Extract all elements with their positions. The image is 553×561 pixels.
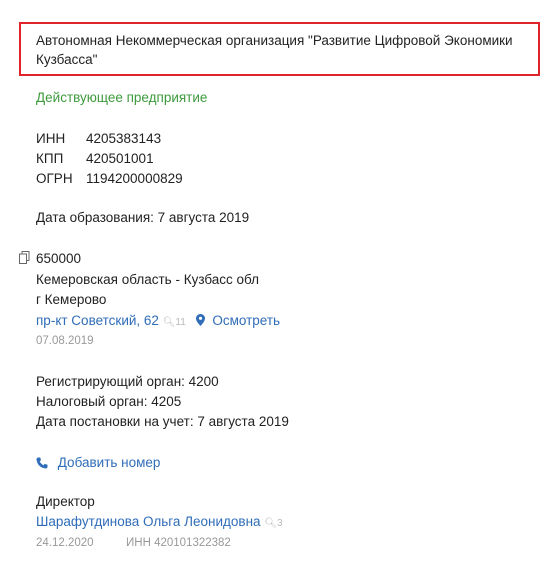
address-city: г Кемерово <box>36 292 107 307</box>
ogrn-value: 1194200000829 <box>86 171 183 186</box>
add-phone-label: Добавить номер <box>57 455 161 470</box>
director-inn: ИНН 420101322382 <box>126 537 231 549</box>
kpp-row: КПП 420501001 <box>36 151 154 166</box>
inn-row: ИНН 4205383143 <box>36 131 161 146</box>
ogrn-row: ОГРН 1194200000829 <box>36 171 183 186</box>
address-street-row: пр-кт Советский, 62 🔍︎11 Осмотреть <box>36 313 280 328</box>
director-row: Шарафутдинова Ольга Леонидовна 🔍︎3 <box>36 514 283 529</box>
ogrn-label: ОГРН <box>36 171 73 186</box>
copy-icon[interactable] <box>19 251 30 264</box>
kpp-label: КПП <box>36 151 64 166</box>
inn-value: 4205383143 <box>86 131 162 146</box>
registrar: Регистрирующий орган: 4200 <box>36 374 219 389</box>
show-map-link[interactable]: Осмотреть <box>212 313 280 328</box>
director-name-link[interactable]: Шарафутдинова Ольга Леонидовна <box>36 514 261 529</box>
address-region: Кемеровская область - Кузбасс обл <box>36 272 260 287</box>
registration-date: Дата постановки на учет: 7 августа 2019 <box>36 414 289 429</box>
add-phone-button[interactable]: Добавить номер <box>36 455 160 470</box>
address-street-link[interactable]: пр-кт Советский, 62 <box>36 313 159 328</box>
search-icon: 🔍︎ <box>162 317 176 328</box>
inn-label: ИНН <box>36 131 66 146</box>
map-pin-icon <box>195 314 205 326</box>
company-full-name: Автономная Некоммерческая организация "Р… <box>36 33 513 67</box>
director-date: 24.12.2020 <box>36 537 94 549</box>
tax-office: Налоговый орган: 4205 <box>36 394 182 409</box>
director-count: 3 <box>277 518 283 529</box>
search-icon: 🔍︎ <box>264 518 278 529</box>
founded-date: Дата образования: 7 августа 2019 <box>36 210 250 225</box>
address-zip: 650000 <box>36 251 82 266</box>
phone-icon <box>36 457 48 469</box>
street-count: 11 <box>175 317 186 328</box>
address-date: 07.08.2019 <box>36 335 94 347</box>
kpp-value: 420501001 <box>86 151 154 166</box>
company-status: Действующее предприятие <box>36 90 208 105</box>
director-role: Директор <box>36 494 95 509</box>
